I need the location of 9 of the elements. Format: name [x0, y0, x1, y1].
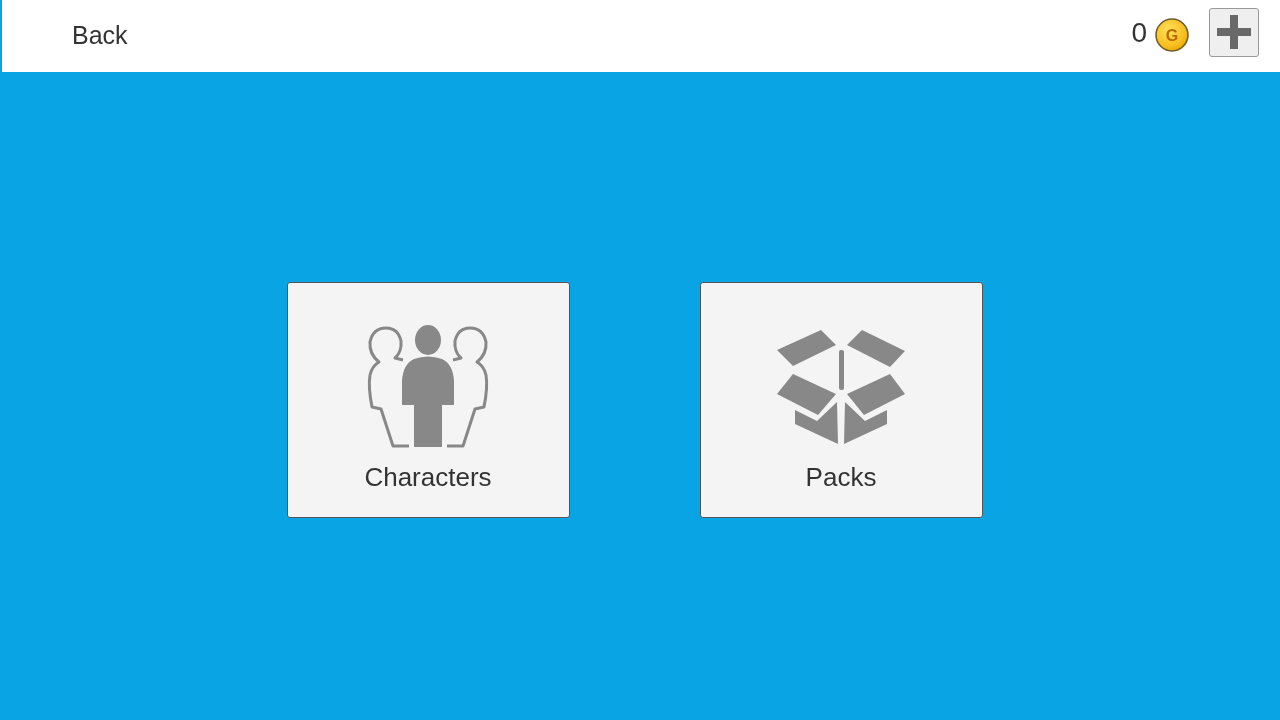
add-coins-button[interactable]	[1209, 7, 1259, 57]
open-box-icon	[776, 328, 906, 445]
coin-count: 0	[1131, 17, 1147, 49]
characters-tile[interactable]: Characters	[286, 281, 570, 518]
packs-tile[interactable]: Packs	[699, 281, 983, 518]
back-button[interactable]: Back	[72, 20, 128, 50]
plus-icon	[1217, 15, 1251, 49]
people-icon	[366, 324, 490, 449]
coin-icon: G	[1155, 18, 1189, 52]
